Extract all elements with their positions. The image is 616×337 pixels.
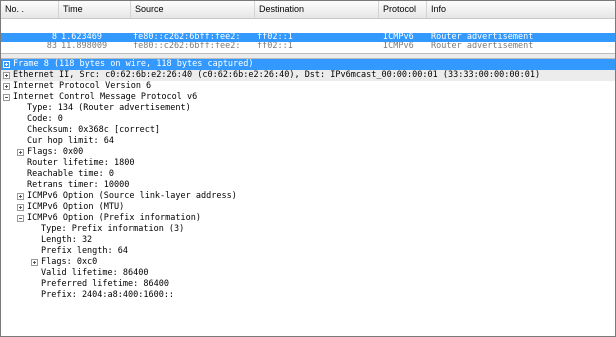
wireshark-window: No. . Time Source Destination Protocol I… (0, 0, 616, 337)
packet-row[interactable]: 8 1.623469 fe80::c262:6bff:fee2: ff02::1… (1, 33, 615, 42)
packet-destination: ff02::1 (257, 33, 293, 42)
packet-source: fe80::c262:6bff:fee2: (133, 33, 241, 42)
tree-item-label: Frame 8 (118 bytes on wire, 118 bytes ca… (13, 59, 254, 69)
packet-source: fe80::c262:6bff:fee2: (133, 42, 241, 51)
column-header-protocol[interactable]: Protocol (379, 1, 427, 18)
packet-time: 1.623469 (61, 33, 102, 42)
column-header-time[interactable]: Time (59, 1, 131, 18)
packet-time: 11.898009 (61, 42, 108, 51)
packet-info: Router advertisement (431, 42, 534, 51)
field-label: ICMPv6 Option (Source link-layer address… (27, 191, 237, 201)
packet-no: 8 (51, 33, 57, 42)
column-header-destination[interactable]: Destination (255, 1, 379, 18)
field-label: Checksum: 0x368c [correct] (27, 125, 161, 135)
packet-protocol: ICMPv6 (383, 33, 414, 42)
expand-plus-icon[interactable] (17, 193, 24, 200)
packet-row[interactable]: 83 11.898009 fe80::c262:6bff:fee2: ff02:… (1, 42, 615, 51)
tree-item-label: Ethernet II, Src: c0:62:6b:e2:26:40 (c0:… (13, 70, 541, 80)
expand-plus-icon[interactable] (17, 204, 24, 211)
expand-plus-icon[interactable] (3, 83, 10, 90)
tree-item-label: Internet Protocol Version 6 (13, 81, 152, 91)
field-label: ICMPv6 Option (MTU) (27, 202, 125, 212)
field-label: Prefix: 2404:a8:400:1600:: (41, 290, 175, 300)
packet-list[interactable]: No. . Time Source Destination Protocol I… (1, 1, 615, 51)
tree-item-frame[interactable]: Frame 8 (118 bytes on wire, 118 bytes ca… (1, 59, 615, 70)
field-label: Router lifetime: 1800 (27, 158, 135, 168)
packet-info: Router advertisement (431, 33, 534, 42)
field-label: Reachable time: 0 (27, 169, 114, 179)
field-label: Type: Prefix information (3) (41, 224, 185, 234)
field-label: Length: 32 (41, 235, 93, 245)
field-label: Type: 134 (Router advertisement) (27, 103, 191, 113)
field-label: Prefix length: 64 (41, 246, 128, 256)
packet-details-tree[interactable]: Frame 8 (118 bytes on wire, 118 bytes ca… (1, 59, 615, 336)
field-label: Retrans timer: 10000 (27, 180, 130, 190)
column-header-source[interactable]: Source (131, 1, 255, 18)
field-label: Cur hop limit: 64 (27, 136, 114, 146)
expand-plus-icon[interactable] (3, 61, 10, 68)
expand-plus-icon[interactable] (3, 72, 10, 79)
packet-destination: ff02::1 (257, 42, 293, 51)
tree-item-label: Internet Control Message Protocol v6 (13, 92, 198, 102)
column-header-no[interactable]: No. . (1, 1, 59, 18)
packet-no: 83 (46, 42, 57, 51)
packet-protocol: ICMPv6 (383, 42, 414, 51)
tree-item-ethernet[interactable]: Ethernet II, Src: c0:62:6b:e2:26:40 (c0:… (1, 70, 615, 81)
column-header-info[interactable]: Info (427, 1, 615, 18)
field-label: Preferred lifetime: 86400 (41, 279, 169, 289)
collapse-minus-icon[interactable] (17, 215, 24, 222)
expand-plus-icon[interactable] (31, 259, 38, 266)
field-label: Code: 0 (27, 114, 63, 124)
expand-plus-icon[interactable] (17, 149, 24, 156)
field-label: ICMPv6 Option (Prefix information) (27, 213, 201, 223)
field-label: Flags: 0x00 (27, 147, 84, 157)
field-label: Flags: 0xc0 (41, 257, 98, 267)
packet-list-header: No. . Time Source Destination Protocol I… (1, 1, 615, 19)
collapse-minus-icon[interactable] (3, 94, 10, 101)
field-label: Valid lifetime: 86400 (41, 268, 149, 278)
